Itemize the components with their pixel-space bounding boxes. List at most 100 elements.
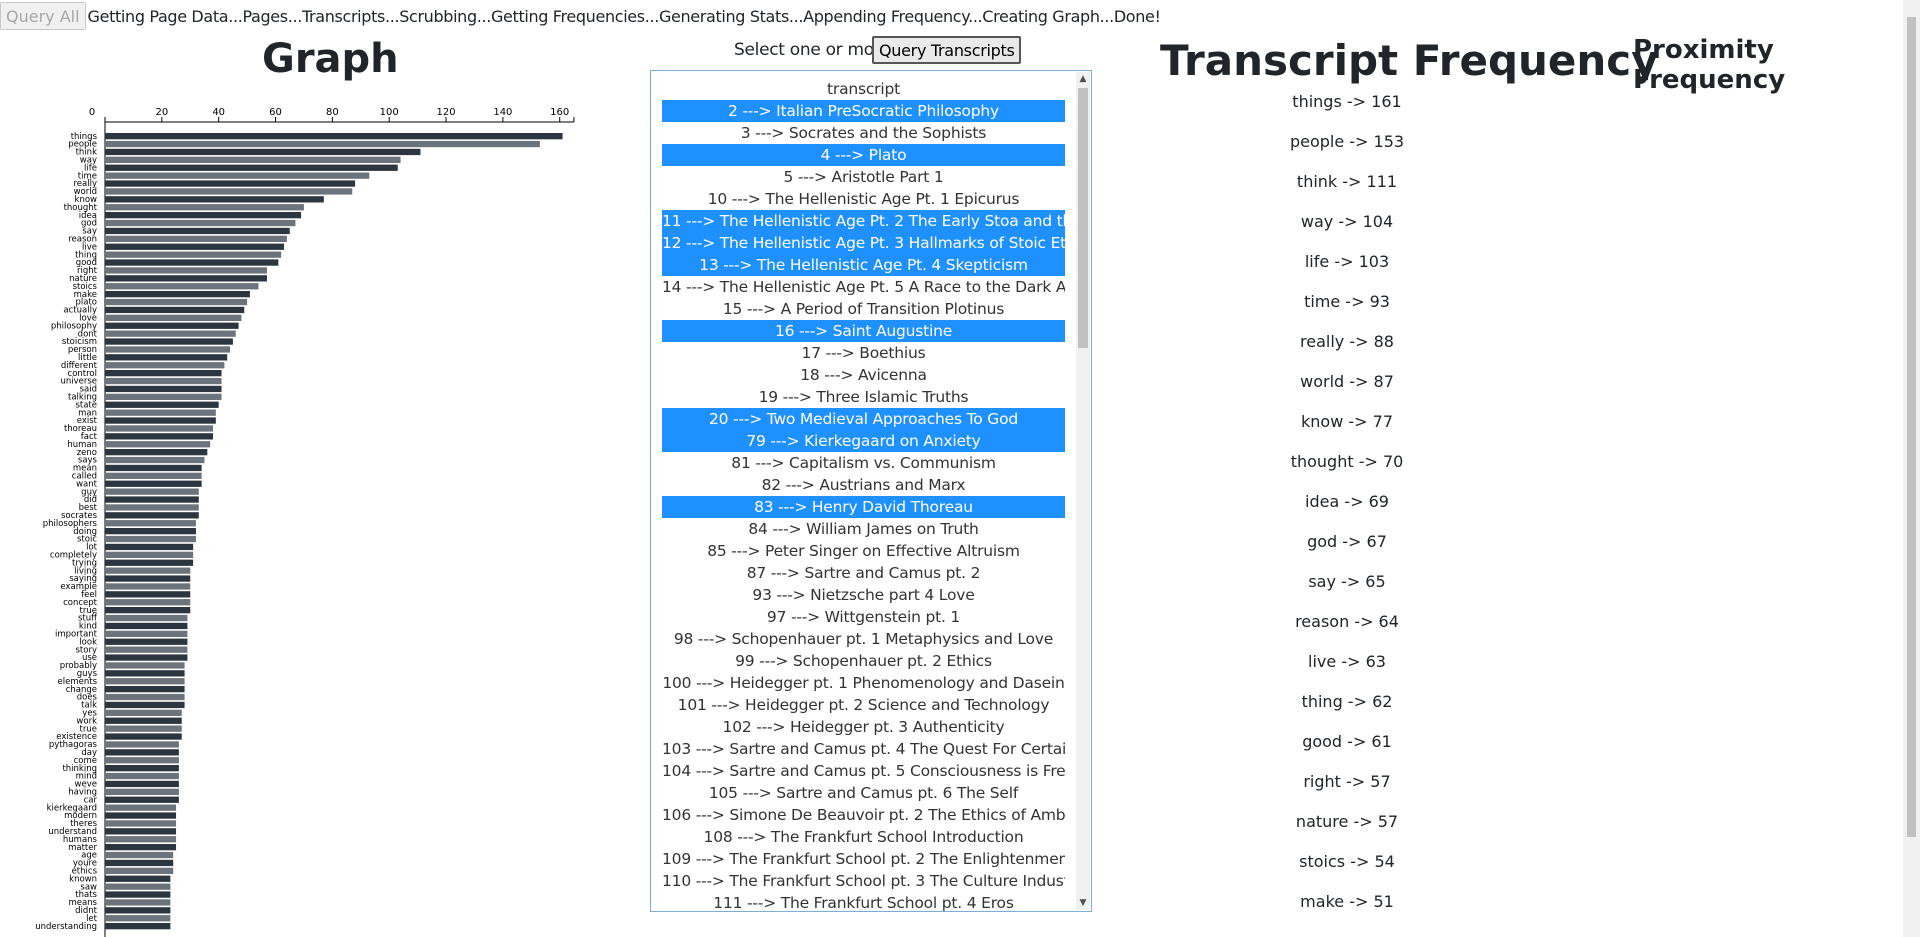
transcript-option[interactable]: 20 ---> Two Medieval Approaches To God <box>662 408 1065 430</box>
bar-person <box>105 346 231 353</box>
list-scrollbar-thumb[interactable] <box>1078 88 1088 348</box>
transcript-option[interactable]: 13 ---> The Hellenistic Age Pt. 4 Skepti… <box>662 254 1065 276</box>
transcript-option[interactable]: 19 ---> Three Islamic Truths <box>662 386 1065 408</box>
transcript-frequency-heading: Transcript Frequency <box>1160 36 1659 85</box>
x-tick-label: 100 <box>380 107 399 118</box>
query-all-button[interactable]: Query All <box>0 2 86 30</box>
bar-mind <box>105 772 179 780</box>
bar-concept <box>105 599 191 606</box>
transcript-option[interactable]: 106 ---> Simone De Beauvoir pt. 2 The Et… <box>662 804 1065 826</box>
transcript-option[interactable]: 15 ---> A Period of Transition Plotinus <box>662 298 1065 320</box>
scroll-up-arrow-icon[interactable]: ▲ <box>1076 72 1090 86</box>
transcript-option[interactable]: 101 ---> Heidegger pt. 2 Science and Tec… <box>662 694 1065 716</box>
transcript-option[interactable]: 84 ---> William James on Truth <box>662 518 1065 540</box>
bar-does <box>105 693 185 701</box>
bar-mean <box>105 464 202 472</box>
bar-change <box>105 686 185 693</box>
transcript-option[interactable]: 2 ---> Italian PreSocratic Philosophy <box>662 100 1065 122</box>
bar-universe <box>105 377 222 385</box>
transcript-option[interactable]: 97 ---> Wittgenstein pt. 1 <box>662 606 1065 628</box>
x-tick-label: 60 <box>269 107 282 118</box>
bar-fact <box>105 433 213 440</box>
query-transcripts-button[interactable]: Query Transcripts <box>872 36 1022 64</box>
transcript-option[interactable]: 83 ---> Henry David Thoreau <box>662 496 1065 518</box>
page-scrollbar[interactable] <box>1903 0 1920 937</box>
bar-life <box>105 164 398 171</box>
bar-saw <box>105 883 171 890</box>
transcript-option[interactable]: 87 ---> Sartre and Camus pt. 2 <box>662 562 1065 584</box>
transcript-options: transcript 2 ---> Italian PreSocratic Ph… <box>662 78 1065 911</box>
frequency-item: make -> 51 <box>1300 892 1394 911</box>
bar-existence <box>105 733 182 740</box>
bar-completely <box>105 551 194 558</box>
transcript-option[interactable]: 11 ---> The Hellenistic Age Pt. 2 The Ea… <box>662 210 1065 232</box>
bar-known <box>105 875 171 882</box>
graph-heading: Graph <box>262 36 399 82</box>
transcript-option[interactable]: 17 ---> Boethius <box>662 342 1065 364</box>
transcript-option[interactable]: 18 ---> Avicenna <box>662 364 1065 386</box>
bar-means <box>105 899 171 906</box>
bar-theres <box>105 820 177 827</box>
bar-humans <box>105 836 177 843</box>
bar-work <box>105 717 182 724</box>
transcript-option[interactable]: 79 ---> Kierkegaard on Anxiety <box>662 430 1065 452</box>
bar-control <box>105 370 222 377</box>
transcript-option[interactable]: 104 ---> Sartre and Camus pt. 5 Consciou… <box>662 760 1065 782</box>
transcript-option[interactable]: 103 ---> Sartre and Camus pt. 4 The Ques… <box>662 738 1065 760</box>
bar-weve <box>105 780 179 788</box>
bar-doing <box>105 528 196 535</box>
transcript-option[interactable]: 82 ---> Austrians and Marx <box>662 474 1065 496</box>
bar-example <box>105 583 191 590</box>
bar-thats <box>105 891 171 898</box>
bar-man <box>105 409 216 416</box>
bar-nature <box>105 275 267 282</box>
bar-elements <box>105 678 185 685</box>
transcript-option[interactable]: 102 ---> Heidegger pt. 3 Authenticity <box>662 716 1065 738</box>
frequency-item: way -> 104 <box>1300 212 1394 231</box>
bar-philosophy <box>105 322 239 329</box>
transcript-option[interactable]: 85 ---> Peter Singer on Effective Altrui… <box>662 540 1065 562</box>
transcript-option[interactable]: 110 ---> The Frankfurt School pt. 3 The … <box>662 870 1065 892</box>
transcript-select[interactable]: transcript 2 ---> Italian PreSocratic Ph… <box>650 70 1092 912</box>
transcript-option[interactable]: 5 ---> Aristotle Part 1 <box>662 166 1065 188</box>
transcript-option[interactable]: 81 ---> Capitalism vs. Communism <box>662 452 1065 474</box>
bar-car <box>105 796 179 803</box>
transcript-option[interactable]: 4 ---> Plato <box>662 144 1065 166</box>
transcript-frequency-list: things -> 161 people -> 153 think -> 111 wa… <box>1247 92 1447 932</box>
transcript-option[interactable]: 16 ---> Saint Augustine <box>662 320 1065 342</box>
bar-stoics <box>105 283 259 290</box>
transcript-option[interactable]: 93 ---> Nietzsche part 4 Love <box>662 584 1065 606</box>
transcript-option[interactable]: 3 ---> Socrates and the Sophists <box>662 122 1065 144</box>
transcript-option[interactable]: 111 ---> The Frankfurt School pt. 4 Eros <box>662 892 1065 911</box>
bar-matter <box>105 844 177 851</box>
transcript-option[interactable]: 14 ---> The Hellenistic Age Pt. 5 A Race… <box>662 276 1065 298</box>
frequency-item: say -> 65 <box>1308 572 1386 591</box>
frequency-item: thing -> 62 <box>1301 692 1393 711</box>
bar-having <box>105 788 179 795</box>
bar-people <box>105 140 540 148</box>
transcript-option[interactable]: 100 ---> Heidegger pt. 1 Phenomenology a… <box>662 672 1065 694</box>
bar-think <box>105 148 421 156</box>
bar-guy <box>105 488 199 495</box>
transcript-option[interactable]: 98 ---> Schopenhauer pt. 1 Metaphysics a… <box>662 628 1065 650</box>
bar-talk <box>105 701 185 709</box>
transcript-option[interactable]: 108 ---> The Frankfurt School Introducti… <box>662 826 1065 848</box>
bar-talking <box>105 393 222 400</box>
transcript-option[interactable]: 105 ---> Sartre and Camus pt. 6 The Self <box>662 782 1065 804</box>
bar-true <box>105 607 191 614</box>
scroll-down-arrow-icon[interactable]: ▼ <box>1076 896 1090 910</box>
bar-know <box>105 196 324 203</box>
transcript-option[interactable]: 109 ---> The Frankfurt School pt. 2 The … <box>662 848 1065 870</box>
proximity-frequency-heading: Proximity Frequency <box>1633 35 1786 95</box>
bar-reason <box>105 235 287 242</box>
bar-zeno <box>105 449 208 456</box>
transcript-option[interactable]: 12 ---> The Hellenistic Age Pt. 3 Hallma… <box>662 232 1065 254</box>
frequency-item: know -> 77 <box>1301 412 1393 431</box>
transcript-option[interactable]: 10 ---> The Hellenistic Age Pt. 1 Epicur… <box>662 188 1065 210</box>
bar-ethics <box>105 867 174 874</box>
list-scrollbar[interactable]: ▲ ▼ <box>1076 72 1090 910</box>
page-scrollbar-thumb[interactable] <box>1907 17 1916 837</box>
status-text: Getting Page Data...Pages...Transcripts.… <box>87 6 1161 26</box>
transcript-option[interactable]: 99 ---> Schopenhauer pt. 2 Ethics <box>662 650 1065 672</box>
bar-way <box>105 156 401 163</box>
